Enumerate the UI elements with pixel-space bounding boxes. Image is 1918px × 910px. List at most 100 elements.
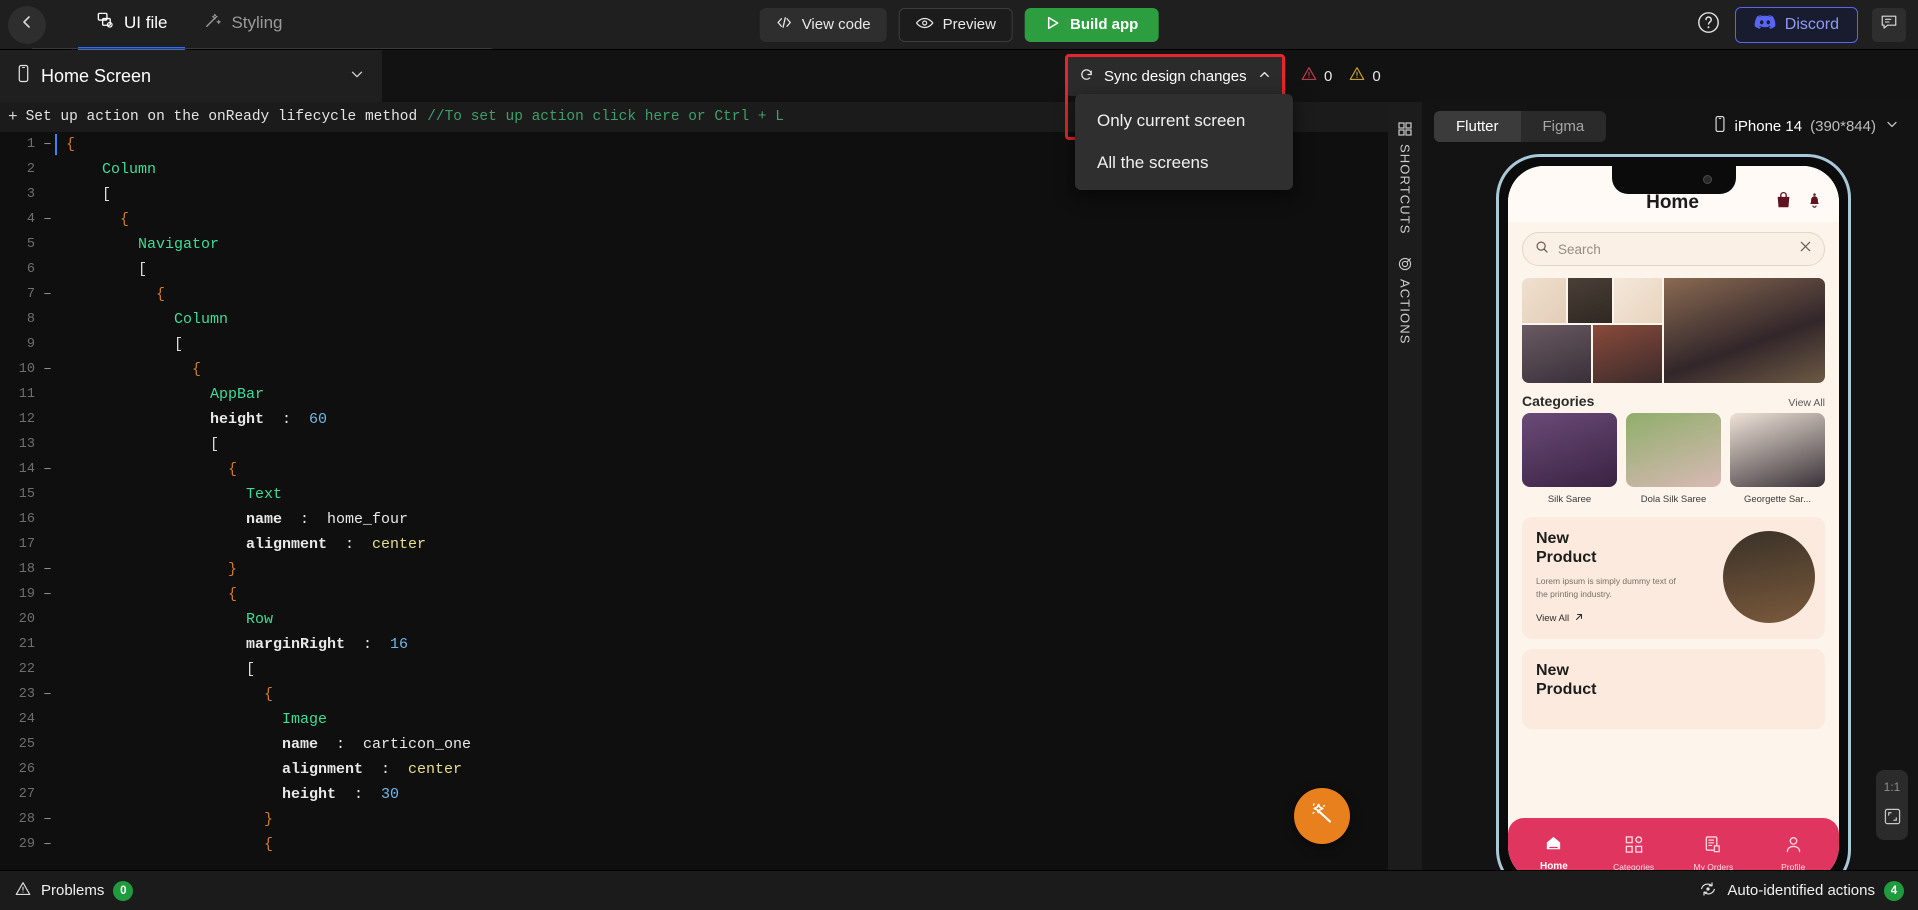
feedback-button[interactable]: [1872, 7, 1906, 42]
code-line[interactable]: 17 alignment : center: [0, 532, 1388, 557]
person-icon: [1784, 836, 1803, 858]
category-card[interactable]: Georgette Sar...: [1730, 413, 1825, 505]
fold-toggle[interactable]: −: [40, 562, 55, 577]
target-icon: [1398, 257, 1413, 271]
code-line[interactable]: 8 Column: [0, 307, 1388, 332]
error-counter[interactable]: 0: [1300, 65, 1332, 87]
code-line[interactable]: 29− {: [0, 832, 1388, 857]
tab-styling[interactable]: Styling: [185, 0, 300, 50]
warning-counter[interactable]: 0: [1348, 65, 1381, 87]
right-rail: SHORTCUTS ACTIONS: [1388, 102, 1422, 870]
code-line[interactable]: 25 name : carticon_one: [0, 732, 1388, 757]
screen-selector[interactable]: Home Screen: [0, 50, 382, 102]
line-number: 14: [18, 462, 35, 477]
nav-item-profile[interactable]: Profile: [1753, 835, 1833, 872]
nav-item-categories[interactable]: Categories: [1594, 835, 1674, 872]
tab-styling-label: Styling: [231, 13, 283, 32]
line-number: 27: [18, 787, 35, 802]
code-line[interactable]: 9[: [0, 332, 1388, 357]
shopping-bag-icon[interactable]: [1775, 191, 1792, 214]
fold-toggle[interactable]: −: [40, 462, 55, 477]
code-lines-container[interactable]: 1−{2 Column 3[4−{5 Navigator 6[7−{8 Column 9[1…: [0, 132, 1388, 870]
sync-label: Sync design changes: [1104, 67, 1247, 85]
fold-toggle[interactable]: −: [40, 287, 55, 302]
code-line[interactable]: 4− {: [0, 207, 1388, 232]
fold-toggle[interactable]: −: [40, 137, 55, 152]
mobile-icon: [1713, 115, 1727, 137]
problems-button[interactable]: Problems 0: [14, 880, 134, 902]
fold-toggle[interactable]: −: [40, 212, 55, 227]
code-line[interactable]: 19− {: [0, 582, 1388, 607]
bell-icon[interactable]: [1806, 191, 1823, 214]
promo-card-secondary[interactable]: New Product: [1522, 649, 1825, 729]
zoom-level-label[interactable]: 1:1: [1884, 780, 1901, 794]
code-line[interactable]: 24 Image: [0, 707, 1388, 732]
category-card[interactable]: Dola Silk Saree: [1626, 413, 1721, 505]
fold-toggle[interactable]: −: [40, 837, 55, 852]
sync-design-changes-button[interactable]: Sync design changes: [1065, 56, 1286, 96]
add-action-icon[interactable]: +: [8, 108, 18, 126]
device-selector[interactable]: iPhone 14 (390*844): [1713, 115, 1906, 137]
rail-item-actions[interactable]: ACTIONS: [1398, 251, 1413, 350]
preview-button[interactable]: Preview: [898, 7, 1013, 42]
sync-menu-item-only-current[interactable]: Only current screen: [1075, 100, 1293, 142]
code-line[interactable]: 18−}: [0, 557, 1388, 582]
code-line[interactable]: 14− {: [0, 457, 1388, 482]
fit-screen-icon[interactable]: [1884, 808, 1901, 830]
code-text: [: [246, 661, 256, 678]
code-line[interactable]: 6[: [0, 257, 1388, 282]
code-line[interactable]: 26 alignment : center: [0, 757, 1388, 782]
code-line[interactable]: 22 [: [0, 657, 1388, 682]
close-icon[interactable]: [1799, 240, 1812, 258]
auto-identified-actions-button[interactable]: Auto-identified actions 4: [1698, 880, 1904, 902]
nav-item-my-orders[interactable]: My Orders: [1674, 835, 1754, 872]
category-name: Georgette Sar...: [1743, 494, 1812, 505]
category-card[interactable]: Silk Saree: [1522, 413, 1617, 505]
magic-assist-button[interactable]: [1294, 788, 1350, 844]
code-line[interactable]: 20 Row: [0, 607, 1388, 632]
code-line[interactable]: 11 AppBar: [0, 382, 1388, 407]
code-text: {: [156, 286, 166, 303]
code-text: name : carticon_one: [282, 736, 472, 753]
code-text: alignment : center: [246, 536, 427, 553]
code-line[interactable]: 7− {: [0, 282, 1388, 307]
help-circle-icon[interactable]: [1696, 10, 1721, 40]
ui-file-icon: [96, 11, 115, 35]
rail-item-shortcuts[interactable]: SHORTCUTS: [1398, 116, 1413, 241]
segment-figma[interactable]: Figma: [1521, 111, 1607, 142]
tab-ui-file[interactable]: UI file: [78, 0, 186, 50]
line-number: 21: [18, 637, 35, 652]
build-app-button[interactable]: Build app: [1024, 7, 1159, 42]
fold-toggle[interactable]: −: [40, 362, 55, 377]
code-line[interactable]: 12 height : 60: [0, 407, 1388, 432]
warning-triangle-icon: [1348, 65, 1366, 87]
home-icon: [1543, 836, 1564, 857]
fold-toggle[interactable]: −: [40, 687, 55, 702]
code-line[interactable]: 23− {: [0, 682, 1388, 707]
code-line[interactable]: 21 marginRight : 16: [0, 632, 1388, 657]
categories-view-all[interactable]: View All: [1788, 397, 1825, 409]
promo-card[interactable]: New Product Lorem ipsum is simply dummy …: [1522, 517, 1825, 639]
code-line[interactable]: 10− {: [0, 357, 1388, 382]
view-code-button[interactable]: View code: [759, 7, 887, 42]
back-button[interactable]: [8, 5, 46, 44]
code-line[interactable]: 13 [: [0, 432, 1388, 457]
categories-title: Categories: [1522, 393, 1595, 409]
segment-flutter[interactable]: Flutter: [1434, 110, 1521, 142]
hero-carousel[interactable]: [1522, 278, 1825, 383]
nav-item-home[interactable]: Home: [1514, 834, 1594, 872]
discord-button[interactable]: Discord: [1734, 6, 1858, 43]
sync-menu-item-all-screens[interactable]: All the screens: [1075, 142, 1293, 184]
code-line[interactable]: 5 Navigator: [0, 232, 1388, 257]
line-number: 1: [26, 137, 35, 152]
category-thumb: [1522, 413, 1617, 487]
problems-label: Problems: [41, 882, 105, 899]
code-line[interactable]: 15 Text: [0, 482, 1388, 507]
code-line[interactable]: 16 name : home_four: [0, 507, 1388, 532]
code-line[interactable]: 27 height : 30: [0, 782, 1388, 807]
fold-toggle[interactable]: −: [40, 587, 55, 602]
fold-toggle[interactable]: −: [40, 812, 55, 827]
code-text: height : 60: [210, 411, 328, 428]
code-line[interactable]: 28−}: [0, 807, 1388, 832]
search-input[interactable]: Search: [1522, 232, 1825, 266]
